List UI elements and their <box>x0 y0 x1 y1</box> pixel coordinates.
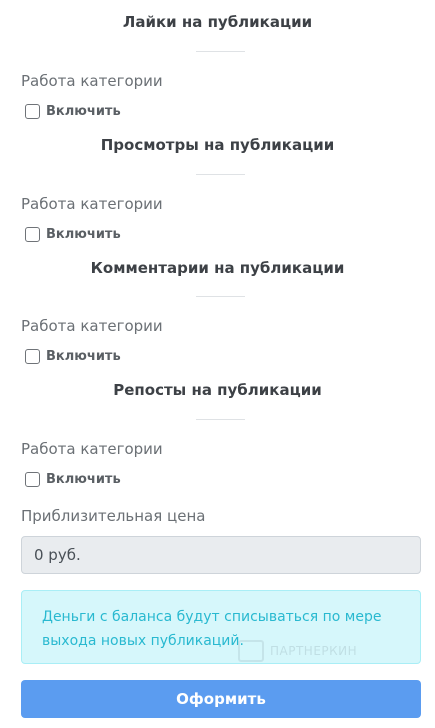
section-divider <box>196 419 245 420</box>
comments-enable-label[interactable]: Включить <box>46 349 121 364</box>
comments-category-label: Работа категории <box>21 317 163 335</box>
views-enable-checkbox-row[interactable]: Включить <box>25 227 121 242</box>
reposts-enable-checkbox-row[interactable]: Включить <box>25 472 121 487</box>
price-field: 0 руб. <box>21 536 421 574</box>
comments-enable-checkbox[interactable] <box>25 349 40 364</box>
comments-enable-checkbox-row[interactable]: Включить <box>25 349 121 364</box>
views-section-title: Просмотры на публикации <box>100 136 335 154</box>
likes-enable-checkbox[interactable] <box>25 104 40 119</box>
views-enable-checkbox[interactable] <box>25 227 40 242</box>
comments-section-title: Комментарии на публикации <box>90 259 345 277</box>
reposts-enable-checkbox[interactable] <box>25 472 40 487</box>
likes-category-label: Работа категории <box>21 72 163 90</box>
likes-enable-label[interactable]: Включить <box>46 104 121 119</box>
reposts-section-title: Репосты на публикации <box>113 381 322 399</box>
price-label: Приблизительная цена <box>21 507 206 525</box>
price-value: 0 руб. <box>34 546 81 564</box>
likes-section-title: Лайки на публикации <box>122 13 313 31</box>
submit-button[interactable]: Оформить <box>21 680 421 718</box>
likes-enable-checkbox-row[interactable]: Включить <box>25 104 121 119</box>
section-divider <box>196 51 245 52</box>
reposts-enable-label[interactable]: Включить <box>46 472 121 487</box>
reposts-category-label: Работа категории <box>21 440 163 458</box>
watermark: ПАРТНЕРКИН <box>238 640 357 662</box>
watermark-logo-icon <box>238 640 264 662</box>
section-divider <box>196 174 245 175</box>
views-enable-label[interactable]: Включить <box>46 227 121 242</box>
watermark-text: ПАРТНЕРКИН <box>270 644 358 658</box>
info-alert: Деньги с баланса будут списываться по ме… <box>21 590 421 664</box>
section-divider <box>196 296 245 297</box>
views-category-label: Работа категории <box>21 195 163 213</box>
